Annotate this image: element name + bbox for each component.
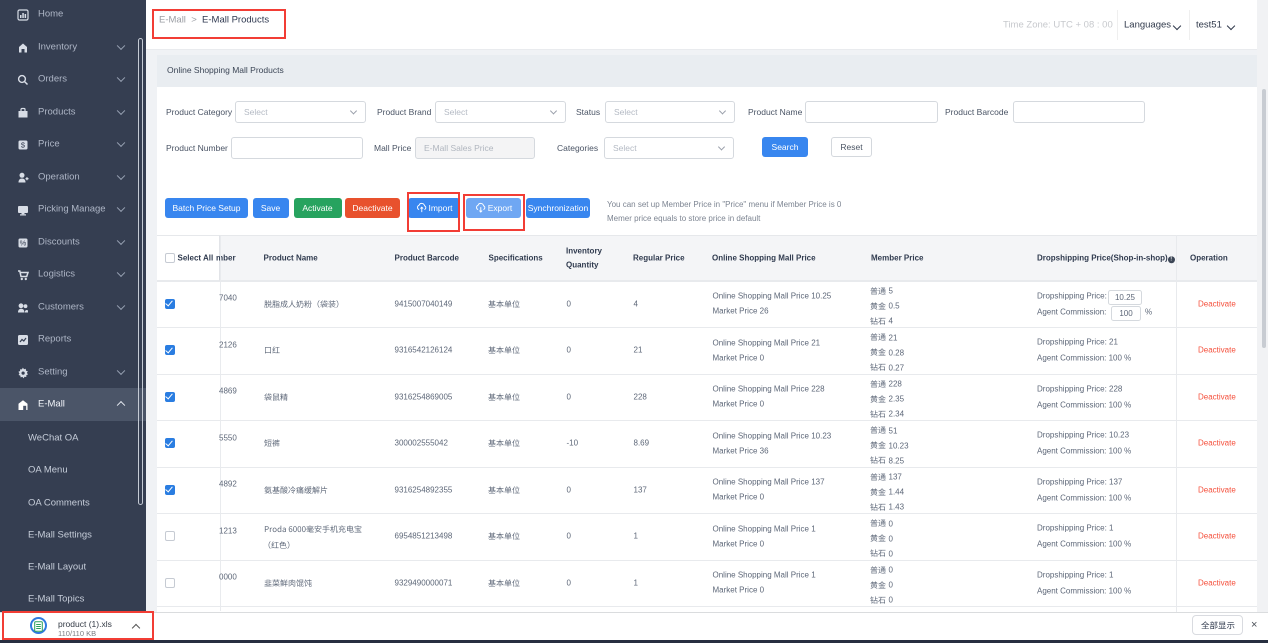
svg-text:%: % — [20, 238, 27, 247]
